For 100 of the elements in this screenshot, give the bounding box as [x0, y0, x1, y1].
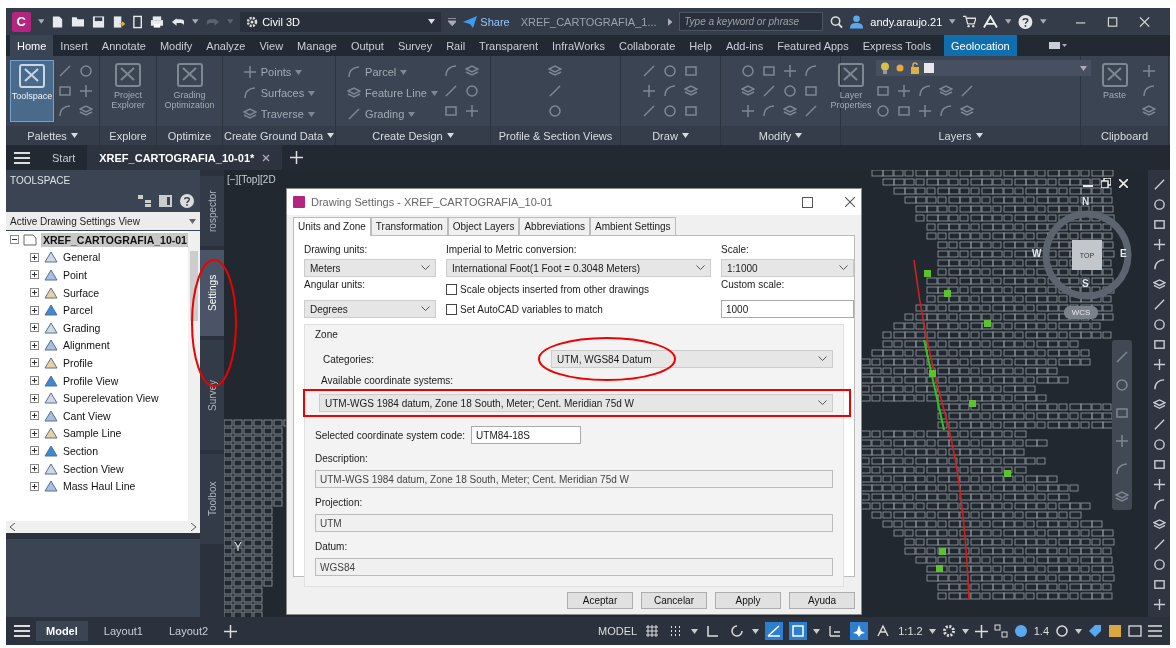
ribbon-tab[interactable]: Modify — [152, 35, 200, 56]
customize-menu-icon[interactable] — [447, 17, 457, 26]
a-logo-icon[interactable] — [982, 14, 998, 29]
dialog-tab[interactable]: Abbreviations — [519, 217, 590, 235]
ribbon-tab[interactable]: Collaborate — [612, 35, 683, 56]
panel-icon[interactable] — [159, 195, 172, 207]
app-logo[interactable]: C — [12, 11, 31, 32]
custom-scale-field[interactable]: 1000 — [721, 300, 854, 318]
line-tool-icon[interactable] — [1152, 178, 1166, 191]
tag-icon[interactable] — [1088, 624, 1102, 638]
ribbon-button[interactable]: Grading Optimization — [166, 60, 213, 122]
tree-item[interactable]: Section — [63, 444, 99, 457]
ribbon-tab[interactable]: Output — [343, 35, 391, 56]
expand-icon[interactable] — [30, 428, 39, 438]
undo-icon[interactable] — [171, 15, 186, 28]
viewcube-ring[interactable] — [1042, 210, 1132, 300]
arc-tool-icon[interactable] — [1152, 498, 1166, 511]
dialog-tab[interactable]: Transformation — [370, 217, 448, 235]
arc-tool-icon[interactable] — [1152, 378, 1166, 391]
plus-icon[interactable] — [290, 151, 304, 164]
help-icon[interactable] — [180, 194, 194, 208]
circle-tool-icon[interactable] — [79, 64, 93, 78]
layer-stack-icon[interactable] — [1152, 398, 1166, 411]
dialog-tab[interactable]: Units and Zone — [293, 217, 371, 236]
line-tool-icon[interactable] — [1152, 538, 1166, 551]
folder-icon[interactable] — [71, 15, 86, 28]
tree-item[interactable]: Grading — [63, 321, 101, 334]
ribbon-tab[interactable]: Analyze — [199, 35, 253, 56]
ribbon-tab[interactable]: Survey — [390, 35, 440, 56]
search-field[interactable]: Type a keyword or phrase — [679, 12, 824, 31]
isolate-icon[interactable] — [1055, 624, 1069, 638]
fullscreen-icon[interactable] — [1128, 624, 1142, 638]
document-tab[interactable]: XREF_CARTOGRAFIA_10-01* — [87, 145, 283, 170]
model-space-button[interactable]: MODEL — [598, 625, 638, 637]
side-tab[interactable]: Toolbox — [200, 454, 224, 544]
tree-item[interactable]: Sample Line — [63, 427, 122, 440]
document-arrow-icon[interactable] — [112, 14, 126, 29]
layout-tab[interactable]: Layout2 — [158, 621, 219, 641]
layers-icon[interactable] — [1013, 624, 1028, 638]
search-icon[interactable] — [830, 14, 844, 29]
new-file-icon[interactable] — [51, 14, 65, 29]
tree-item[interactable]: General — [63, 251, 101, 264]
line-tool-icon[interactable] — [1152, 298, 1166, 311]
tree-view-icon[interactable] — [138, 195, 151, 207]
layer-stack-icon[interactable] — [1152, 518, 1166, 531]
ribbon-tab[interactable]: Geolocation — [944, 35, 1017, 56]
circle-tool-icon[interactable] — [783, 84, 797, 98]
panel-title[interactable]: Layers — [938, 129, 983, 142]
palette-icon[interactable] — [1108, 624, 1122, 638]
expand-icon[interactable] — [30, 340, 39, 350]
document-tab[interactable]: Start — [40, 145, 88, 170]
side-tab[interactable]: rospector — [200, 176, 224, 246]
dropdown[interactable]: UTM, WGS84 Datum — [551, 350, 833, 368]
document-icon[interactable] — [132, 14, 144, 29]
checkbox[interactable] — [446, 283, 457, 295]
layout-tab[interactable]: Layout1 — [93, 621, 153, 641]
tree-item[interactable]: Superelevation View — [63, 392, 159, 405]
move-icon[interactable] — [1152, 358, 1166, 371]
layer-dropdown[interactable] — [875, 60, 1091, 76]
side-tab[interactable]: Settings — [200, 250, 224, 336]
user-name[interactable]: andy.araujo.21 — [870, 15, 943, 28]
view-dropdown[interactable]: Active Drawing Settings View — [6, 212, 200, 230]
lineweight-button[interactable]: 1.4 — [1033, 625, 1049, 637]
expand-icon[interactable] — [30, 323, 39, 333]
collapse-icon[interactable] — [10, 235, 19, 245]
scrollbar-thumb[interactable] — [190, 251, 198, 321]
menu-icon[interactable] — [14, 151, 30, 164]
ribbon-button[interactable]: Toolspace — [10, 60, 54, 122]
ribbon-button[interactable]: Traverse — [240, 106, 318, 122]
rectangle-tool-icon[interactable] — [1152, 218, 1166, 231]
circle-tool-icon[interactable] — [875, 104, 890, 118]
ribbon-tab[interactable]: Add-ins — [718, 35, 771, 56]
expand-icon[interactable] — [30, 288, 39, 298]
units-icon[interactable] — [993, 624, 1008, 638]
ribbon-tab[interactable]: Manage — [290, 35, 344, 56]
ribbon-tab[interactable]: Help — [682, 35, 719, 56]
ribbon-button[interactable]: Surfaces — [240, 85, 318, 101]
tree-item[interactable]: Surface — [63, 286, 100, 299]
dropdown[interactable]: UTM-WGS 1984 datum, Zone 18 South, Meter; Cent. Meridian 75d W — [319, 394, 833, 412]
expand-icon[interactable] — [30, 376, 39, 386]
circle-tool-icon[interactable] — [662, 64, 677, 78]
dialog-button[interactable]: Aceptar — [567, 592, 633, 609]
tree-item[interactable]: Cant View — [63, 409, 111, 422]
circle-tool-icon[interactable] — [1152, 438, 1166, 451]
ribbon-tab[interactable]: Express Tools — [855, 35, 939, 56]
rectangle-tool-icon[interactable] — [1152, 338, 1166, 351]
workspace-dropdown[interactable]: Civil 3D — [240, 11, 441, 32]
circle-tool-icon[interactable] — [547, 104, 562, 118]
ribbon-button[interactable]: Paste — [1091, 60, 1138, 122]
share-button[interactable]: Share — [463, 15, 510, 28]
tree-item[interactable]: XREF_CARTOGRAFIA_10-01 — [41, 232, 189, 247]
close-icon[interactable] — [262, 153, 271, 162]
plus-icon[interactable] — [974, 624, 988, 638]
move-icon[interactable] — [1152, 478, 1166, 491]
expand-icon[interactable] — [30, 358, 39, 368]
help-icon[interactable] — [1018, 13, 1034, 30]
status-toggle[interactable] — [789, 622, 808, 640]
cart-icon[interactable] — [962, 15, 976, 28]
circle-tool-icon[interactable] — [741, 64, 755, 78]
dialog-tab[interactable]: Ambient Settings — [590, 217, 676, 235]
